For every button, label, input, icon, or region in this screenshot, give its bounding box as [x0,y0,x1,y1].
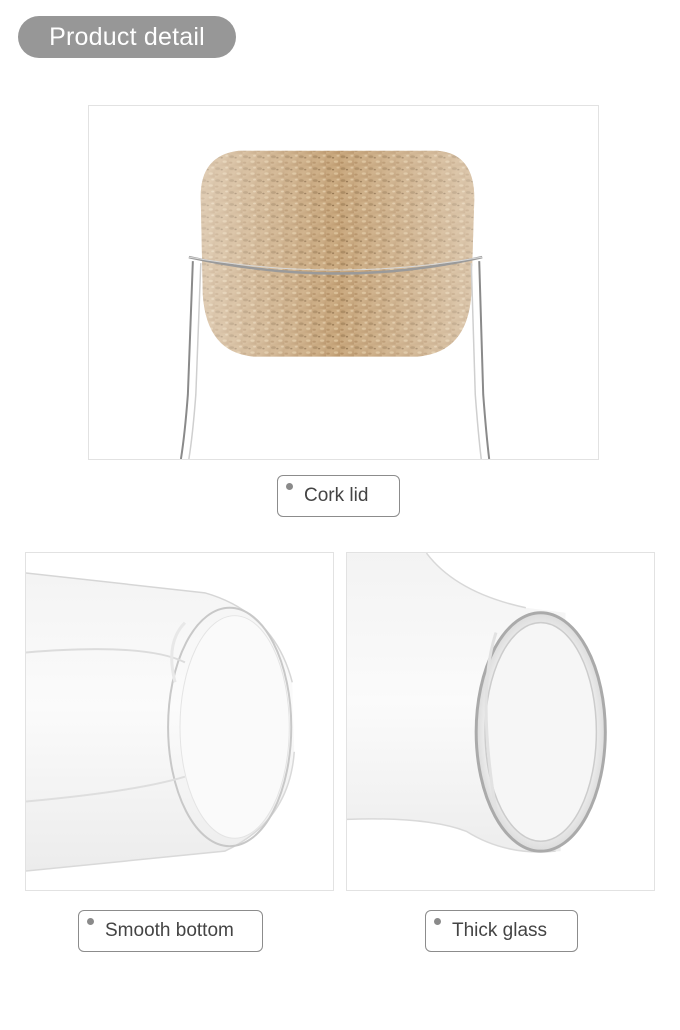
thick-glass-caption: Thick glass [425,910,578,952]
bullet-icon [87,918,94,925]
section-title: Product detail [18,16,236,58]
thick-glass-photo [346,552,655,891]
bullet-icon [286,483,293,490]
smooth-bottom-photo [25,552,334,891]
cork-lid-photo [88,105,599,460]
bullet-icon [434,918,441,925]
smooth-bottom-caption: Smooth bottom [78,910,263,952]
cork-lid-caption: Cork lid [277,475,400,517]
